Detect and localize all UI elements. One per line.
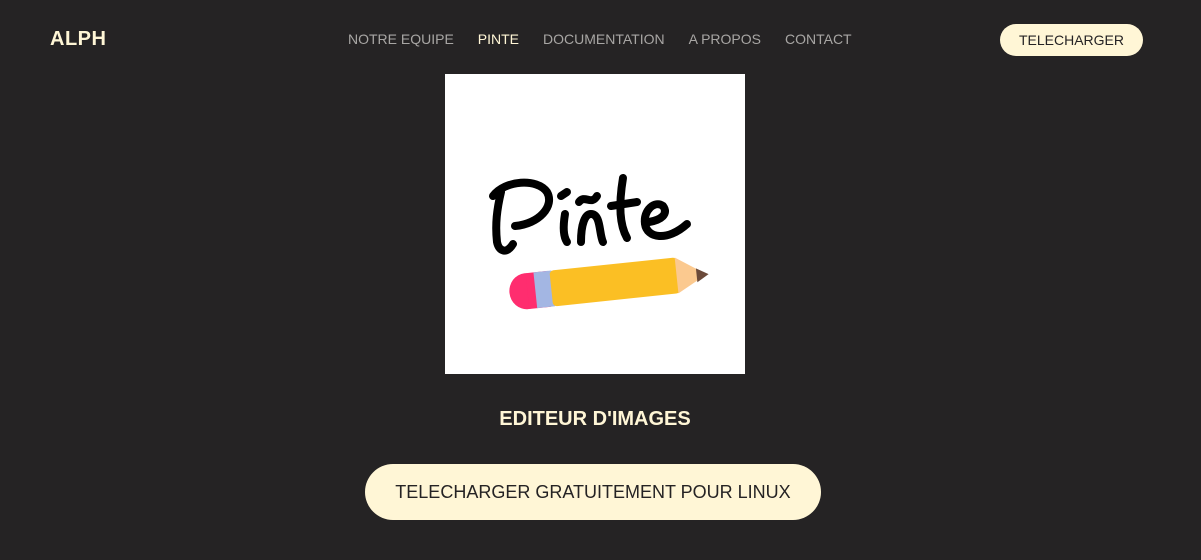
nav-item-a-propos[interactable]: A PROPOS <box>689 30 761 48</box>
nav-item-pinte[interactable]: PINTE <box>478 30 519 48</box>
pinte-logo <box>445 74 745 374</box>
logo-lettering <box>489 174 691 255</box>
pinte-logo-graphic <box>489 174 709 310</box>
download-linux-button[interactable]: TELECHARGER GRATUITEMENT POUR LINUX <box>365 464 821 520</box>
main-nav: NOTRE EQUIPE PINTE DOCUMENTATION A PROPO… <box>348 30 876 48</box>
nav-item-notre-equipe[interactable]: NOTRE EQUIPE <box>348 30 454 48</box>
nav-item-contact[interactable]: CONTACT <box>785 30 852 48</box>
brand-logo[interactable]: ALPH <box>50 27 106 51</box>
download-button[interactable]: TELECHARGER <box>1000 24 1143 56</box>
pencil-icon <box>509 257 709 310</box>
page-subtitle: EDITEUR D'IMAGES <box>499 408 691 430</box>
nav-item-documentation[interactable]: DOCUMENTATION <box>543 30 665 48</box>
